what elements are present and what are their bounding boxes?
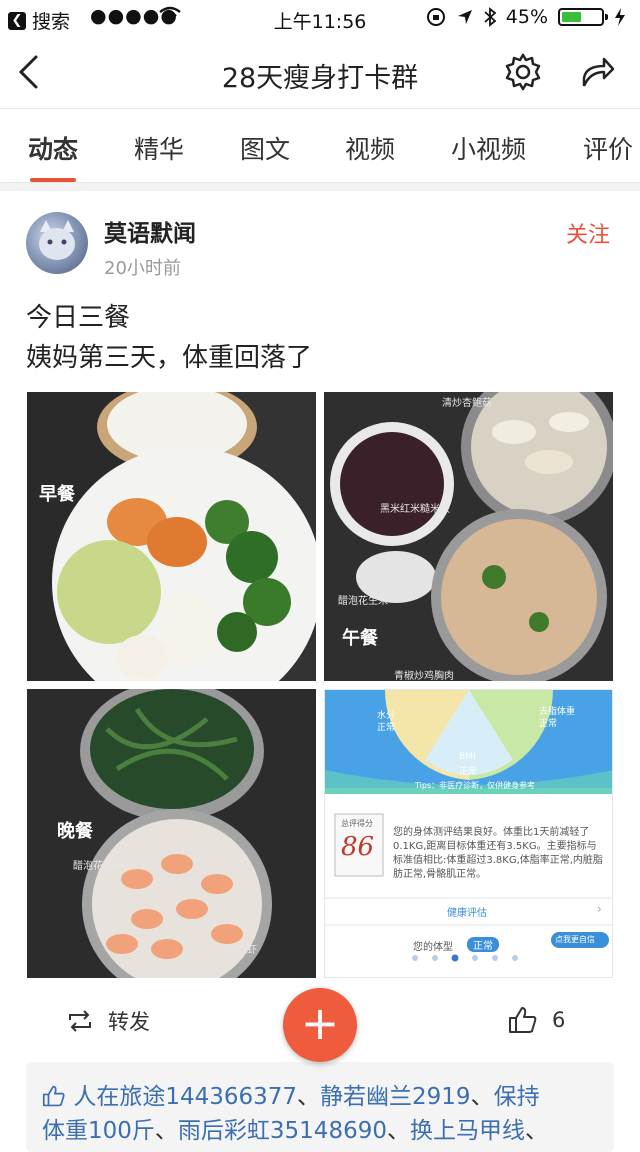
post-text-line: 今日三餐	[26, 303, 131, 333]
charging-icon	[615, 8, 625, 26]
plus-icon: +	[300, 996, 340, 1050]
repost-button[interactable]: 转发	[66, 1006, 150, 1036]
lunch-photo[interactable]: 清炒杏鲍菇 黑米红米糙米饭 醋泡花生米 午餐 青椒炒鸡胸肉	[324, 392, 613, 681]
score-label: 总评得分	[341, 819, 373, 828]
tab-short-video[interactable]: 小视频	[451, 130, 526, 166]
liker-name[interactable]: 体重100斤	[42, 1118, 155, 1144]
tab-video[interactable]: 视频	[345, 130, 395, 166]
author-name[interactable]: 莫语默闻	[104, 214, 196, 248]
dinner-caption: 白灼虾	[227, 945, 257, 956]
segment-fat-status: 正常	[539, 719, 558, 729]
rotation-lock-icon	[426, 8, 445, 26]
cat-avatar-image	[39, 220, 75, 260]
active-tab-indicator	[30, 178, 76, 182]
dinner-caption: 醋泡花生米	[73, 861, 123, 872]
breakfast-photo[interactable]: 早餐	[27, 392, 316, 681]
segment-bmi-status: 正常	[459, 767, 478, 777]
tab-dynamic[interactable]: 动态	[28, 130, 78, 166]
breakfast-illustration	[27, 392, 316, 681]
liker-separator: 、	[154, 1118, 178, 1144]
navigation-bar: 28天瘦身打卡群	[0, 36, 640, 109]
avatar[interactable]	[26, 212, 88, 274]
battery-percent: 45%	[505, 6, 548, 28]
chevron-right-icon: ›	[597, 902, 602, 916]
liker-name[interactable]: 保持	[494, 1084, 540, 1110]
like-button[interactable]: 6	[508, 1006, 565, 1034]
lunch-caption: 清炒杏鲍菇	[442, 398, 492, 409]
liker-separator: 、	[470, 1084, 494, 1110]
status-bar: ❮ 搜索 ●●●●● 上午11:56 45%	[0, 0, 640, 36]
liker-name[interactable]: 换上马甲线	[410, 1118, 525, 1144]
location-icon	[457, 10, 472, 24]
section-divider	[0, 183, 640, 191]
tab-reviews[interactable]: 评价	[583, 130, 633, 166]
health-description: 您的身体测评结果良好。体重比1天前减轻了0.1KG,距离目标体重还有3.5KG。…	[393, 827, 603, 880]
repost-icon	[69, 1010, 91, 1032]
tips-text: Tips：非医疗诊断，仅供健身参考	[415, 781, 536, 790]
liker-separator: 、	[297, 1084, 321, 1110]
repost-label: 转发	[108, 1010, 150, 1034]
likers-panel: 人在旅途144366377、静若幽兰2919、保持 体重100斤、雨后彩虹351…	[26, 1062, 614, 1152]
share-icon[interactable]	[580, 54, 616, 90]
health-report-photo[interactable]: 水分 正常 去脂体重 正常 BMI 正常 Tips：非医疗诊断，仅供健身参考 总…	[324, 689, 613, 978]
thumbs-up-icon	[509, 1007, 537, 1033]
post-text-line: 姨妈第三天，体重回落了	[26, 343, 313, 373]
dinner-label: 晚餐	[57, 821, 93, 842]
more-confident-button[interactable]: 点我更自信	[555, 934, 595, 945]
liker-name[interactable]: 雨后彩虹35148690	[178, 1118, 387, 1144]
tab-bar: 动态 精华 图文 视频 小视频 评价	[0, 110, 640, 183]
liker-separator: 、	[386, 1118, 410, 1144]
gear-icon[interactable]	[503, 52, 543, 92]
like-count: 6	[552, 1008, 566, 1032]
page-title: 28天瘦身打卡群	[221, 63, 419, 94]
post-time: 20小时前	[104, 258, 181, 279]
liker-separator: 、	[524, 1118, 548, 1144]
lunch-caption: 黑米红米糙米饭	[380, 504, 450, 515]
segment-water-status: 正常	[377, 723, 396, 733]
score-value: 86	[341, 832, 375, 862]
body-type-badge: 正常	[467, 937, 499, 952]
add-post-button[interactable]: +	[283, 988, 357, 1062]
follow-button[interactable]: 关注	[566, 217, 610, 249]
liker-name[interactable]: 人在旅途144366377	[73, 1084, 297, 1110]
breakfast-label: 早餐	[39, 484, 75, 505]
liker-name[interactable]: 静若幽兰2919	[320, 1084, 471, 1110]
lunch-label: 午餐	[342, 628, 378, 649]
thumbs-up-icon	[42, 1085, 65, 1107]
segment-bmi-label: BMI	[459, 752, 476, 762]
body-type-label: 您的体型	[413, 942, 453, 953]
health-assess-link[interactable]: 健康评估	[447, 904, 487, 919]
tab-image-text[interactable]: 图文	[240, 130, 290, 166]
bluetooth-icon	[484, 7, 496, 27]
dinner-photo[interactable]: 晚餐 醋泡花生米 白灼虾	[27, 689, 316, 978]
battery-icon	[558, 8, 608, 26]
lunch-caption: 青椒炒鸡胸肉	[394, 671, 454, 681]
post-text: 今日三餐 姨妈第三天，体重回落了	[26, 298, 312, 378]
tab-featured[interactable]: 精华	[134, 130, 184, 166]
lunch-caption: 醋泡花生米	[338, 596, 388, 607]
